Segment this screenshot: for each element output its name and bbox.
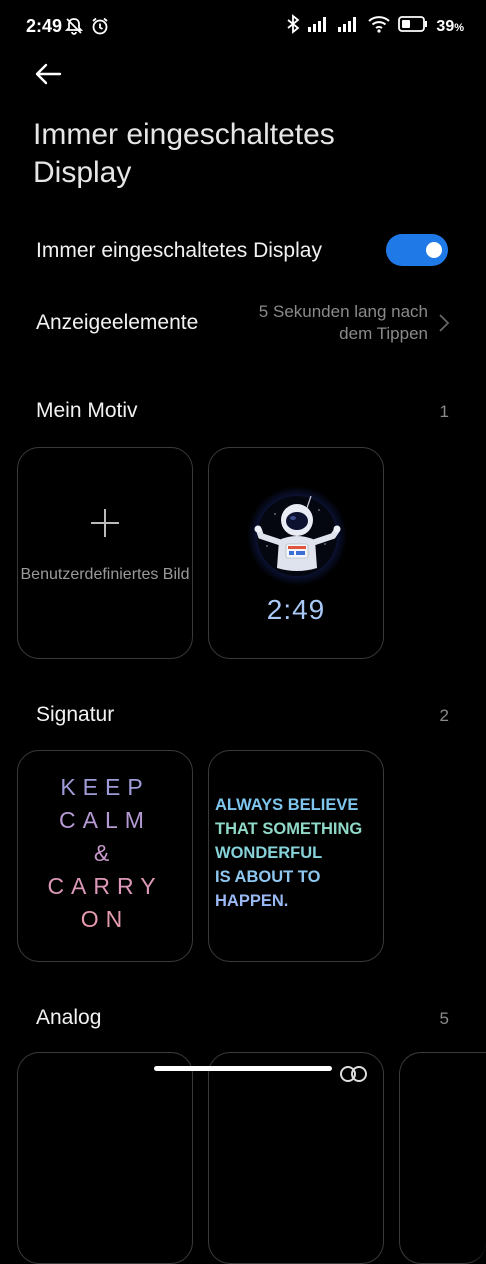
signature-line: CARRY <box>47 873 163 899</box>
status-time: 2:49 <box>26 16 63 36</box>
battery-icon <box>398 16 428 37</box>
back-button[interactable] <box>32 58 68 94</box>
analog-theme-card[interactable] <box>208 1052 384 1264</box>
signature-line: & <box>93 840 117 866</box>
signal-icon <box>308 16 330 37</box>
aod-toggle-switch[interactable] <box>386 234 448 266</box>
keep-calm-signature-card[interactable]: KEEP CALM & CARRY ON <box>17 750 193 962</box>
display-elements-value: 5 Sekunden lang nach dem Tippen <box>258 302 428 343</box>
toggle-circles-icon <box>339 1065 373 1088</box>
home-indicator[interactable] <box>154 1066 332 1071</box>
aod-toggle-label: Immer eingeschaltetes Display <box>36 239 322 262</box>
toggle-knob <box>426 242 442 258</box>
always-believe-text: ALWAYS BELIEVE THAT SOMETHING WONDERFUL … <box>215 793 362 913</box>
plus-icon <box>88 506 122 545</box>
status-bar: 2:49 39% <box>0 0 486 52</box>
section-count-motiv: 1 <box>439 402 449 421</box>
chevron-right-icon <box>438 313 450 338</box>
analog-theme-card[interactable] <box>399 1052 486 1264</box>
signal-icon <box>338 16 360 37</box>
display-elements-label: Anzeigeelemente <box>36 311 199 334</box>
section-title-motiv: Mein Motiv <box>36 399 138 422</box>
astronaut-image <box>245 484 349 593</box>
keep-calm-text: KEEP CALM & CARRY ON <box>18 771 192 936</box>
signature-line: HAPPEN. <box>215 892 289 910</box>
signature-line: CALM <box>59 807 151 833</box>
custom-image-caption: Benutzerdefiniertes Bild <box>20 566 190 583</box>
signature-line: WONDERFUL <box>215 844 323 862</box>
signature-line: KEEP <box>60 774 150 800</box>
analog-theme-card[interactable] <box>17 1052 193 1264</box>
section-count-signatur: 2 <box>439 706 449 725</box>
alarm-icon <box>90 16 110 41</box>
bluetooth-icon <box>286 14 300 39</box>
signature-line: THAT SOMETHING <box>215 820 363 838</box>
signature-line: ON <box>80 906 130 932</box>
section-title-signatur: Signatur <box>36 703 115 726</box>
section-count-analog: 5 <box>439 1009 449 1028</box>
arrow-left-icon <box>32 63 64 94</box>
custom-image-card[interactable]: Benutzerdefiniertes Bild <box>17 447 193 659</box>
astronaut-clock: 2:49 <box>266 594 326 625</box>
astronaut-theme-card[interactable]: 2:49 <box>208 447 384 659</box>
section-title-analog: Analog <box>36 1006 102 1029</box>
signature-line: ALWAYS BELIEVE <box>215 796 359 814</box>
signature-line: IS ABOUT TO <box>215 868 321 886</box>
battery-percent: 39% <box>436 17 464 35</box>
wifi-icon <box>368 15 391 38</box>
notifications-off-icon <box>64 16 84 41</box>
always-believe-signature-card[interactable]: ALWAYS BELIEVE THAT SOMETHING WONDERFUL … <box>208 750 384 962</box>
page-title: Immer eingeschaltetes Display <box>33 118 335 189</box>
